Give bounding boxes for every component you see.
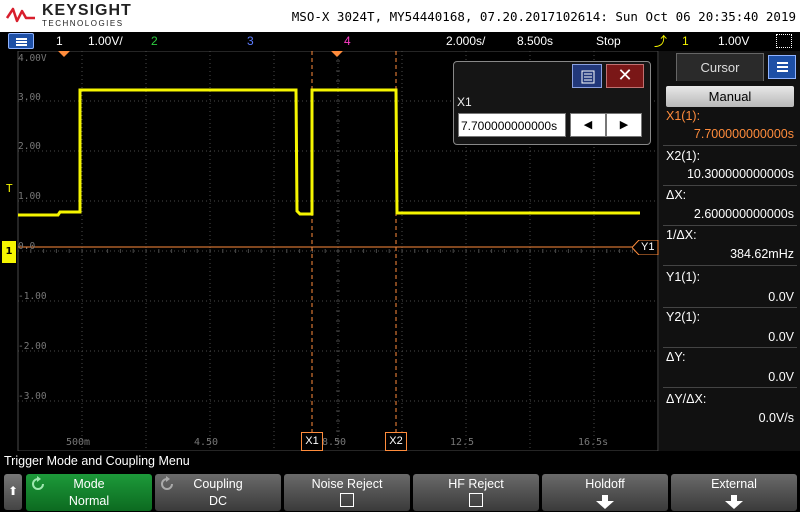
softkey-title: Noise Reject	[311, 477, 383, 491]
softkey-title: HF Reject	[448, 477, 504, 491]
delta-y-over-x-label: ΔY/ΔX:	[666, 392, 707, 406]
decrement-button[interactable]: ◀	[570, 113, 606, 137]
softkey-external[interactable]: External	[671, 474, 797, 511]
x-label: 8.50	[322, 437, 347, 448]
trigger-level[interactable]: 1.00V	[718, 32, 749, 51]
title-bar: KEYSIGHT TECHNOLOGIES MSO-X 3024T, MY544…	[0, 0, 800, 32]
softkey-holdoff[interactable]: Holdoff	[542, 474, 668, 511]
delta-x-label: ΔX:	[666, 188, 687, 202]
softkey-noise-reject[interactable]: Noise Reject	[284, 474, 410, 511]
x1-label: X1(1):	[666, 109, 701, 123]
y-label: -2.00	[18, 341, 47, 352]
y1-label: Y1(1):	[666, 270, 701, 284]
x-label: 4.50	[194, 437, 219, 448]
increment-button[interactable]: ▶	[606, 113, 642, 137]
inv-delta-x-value: 384.62mHz	[730, 247, 794, 261]
back-button[interactable]: ⬆	[4, 474, 22, 510]
divider	[663, 145, 797, 146]
keysight-logo-icon	[6, 7, 35, 23]
y-label: -3.00	[18, 391, 47, 402]
model-info: MSO-X 3024T, MY54440168, 07.20.201710261…	[291, 9, 796, 24]
menu-icon	[581, 70, 595, 84]
menu-title: Trigger Mode and Coupling Menu	[0, 451, 800, 472]
softkey-hf-reject[interactable]: HF Reject	[413, 474, 539, 511]
down-arrow-icon	[725, 495, 743, 509]
run-state[interactable]: Stop	[596, 32, 621, 51]
panel-menu-button[interactable]	[768, 55, 796, 79]
divider	[663, 185, 797, 186]
inv-delta-x-label: 1/ΔX:	[666, 228, 697, 242]
trigger-source[interactable]: 1	[682, 32, 689, 51]
y-label: 0.0	[18, 241, 36, 252]
trigger-edge-icon: ⤴	[654, 34, 668, 49]
dialog-close-button[interactable]: ✕	[606, 64, 644, 88]
delta-y-over-x-value: 0.0V/s	[758, 411, 794, 425]
x2-label: X2(1):	[666, 149, 701, 163]
ch4-number[interactable]: 4	[344, 32, 351, 51]
brand-subtitle: TECHNOLOGIES	[42, 19, 124, 28]
y1-value: 0.0V	[768, 290, 794, 304]
right-arrow-icon: ▶	[619, 118, 629, 131]
x-label: 12.5	[450, 437, 475, 448]
x-label: 500m	[66, 437, 91, 448]
softkey-title: Holdoff	[585, 477, 625, 491]
x1-value: 7.700000000000s	[693, 127, 794, 141]
softkey-coupling[interactable]: Coupling DC	[155, 474, 281, 511]
delta-y-value: 0.0V	[768, 370, 794, 384]
ch2-number[interactable]: 2	[151, 32, 158, 51]
x1-value-input[interactable]: 7.700000000000s	[458, 113, 566, 137]
cursor-y1-label: Y1	[641, 241, 655, 253]
dialog-field-label: X1	[457, 95, 472, 109]
cursor-mode-button[interactable]: Manual	[666, 86, 794, 107]
divider	[663, 307, 797, 308]
zoom-icon[interactable]	[776, 34, 792, 48]
delta-y-label: ΔY:	[666, 350, 686, 364]
y-label: 1.00	[18, 191, 41, 202]
divider	[663, 225, 797, 226]
tab-cursor[interactable]: Cursor	[676, 53, 764, 81]
main-menu-button[interactable]	[8, 33, 34, 49]
trigger-level-marker[interactable]: T	[6, 182, 13, 195]
down-arrow-icon	[596, 495, 614, 509]
y-label: 4.00V	[18, 53, 47, 64]
softkey-title: Coupling	[193, 477, 243, 491]
softkey-title: External	[711, 477, 757, 491]
y2-value: 0.0V	[768, 330, 794, 344]
softkey-mode[interactable]: Mode Normal	[26, 474, 152, 511]
x2-value: 10.300000000000s	[686, 167, 794, 181]
checkbox-icon	[340, 493, 354, 507]
divider	[663, 265, 797, 266]
up-arrow-icon: ⬆	[7, 484, 19, 498]
cursor-x1-tag[interactable]: X1	[301, 432, 323, 451]
divider	[663, 387, 797, 388]
brand-name: KEYSIGHT	[42, 2, 132, 19]
divider	[663, 347, 797, 348]
dialog-menu-button[interactable]	[572, 64, 602, 88]
ch1-number[interactable]: 1	[56, 32, 63, 51]
ch1-scale[interactable]: 1.00V/	[88, 32, 123, 51]
trigger-position-marker	[58, 51, 70, 57]
delay-marker	[331, 51, 343, 57]
softkey-title: Mode	[73, 477, 105, 491]
softkey-value: DC	[208, 494, 228, 508]
left-arrow-icon: ◀	[583, 118, 593, 131]
softkey-value: Normal	[68, 494, 110, 508]
timebase[interactable]: 2.000s/	[446, 32, 485, 51]
cursor-x2-tag[interactable]: X2	[385, 432, 407, 451]
close-icon: ✕	[617, 65, 633, 86]
ch3-number[interactable]: 3	[247, 32, 254, 51]
time-delay[interactable]: 8.500s	[517, 32, 553, 51]
checkbox-icon	[469, 493, 483, 507]
y-label: -1.00	[18, 291, 47, 302]
status-bar: 1 1.00V/ 2 3 4 2.000s/ 8.500s Stop ⤴ 1 1…	[0, 32, 800, 51]
y-label: 3.00	[18, 92, 41, 103]
y-label: 2.00	[18, 141, 41, 152]
x-label: 16.5s	[578, 437, 609, 448]
delta-x-value: 2.600000000000s	[693, 207, 794, 221]
y2-label: Y2(1):	[666, 310, 701, 324]
ch1-ground-marker[interactable]: 1	[2, 241, 16, 263]
